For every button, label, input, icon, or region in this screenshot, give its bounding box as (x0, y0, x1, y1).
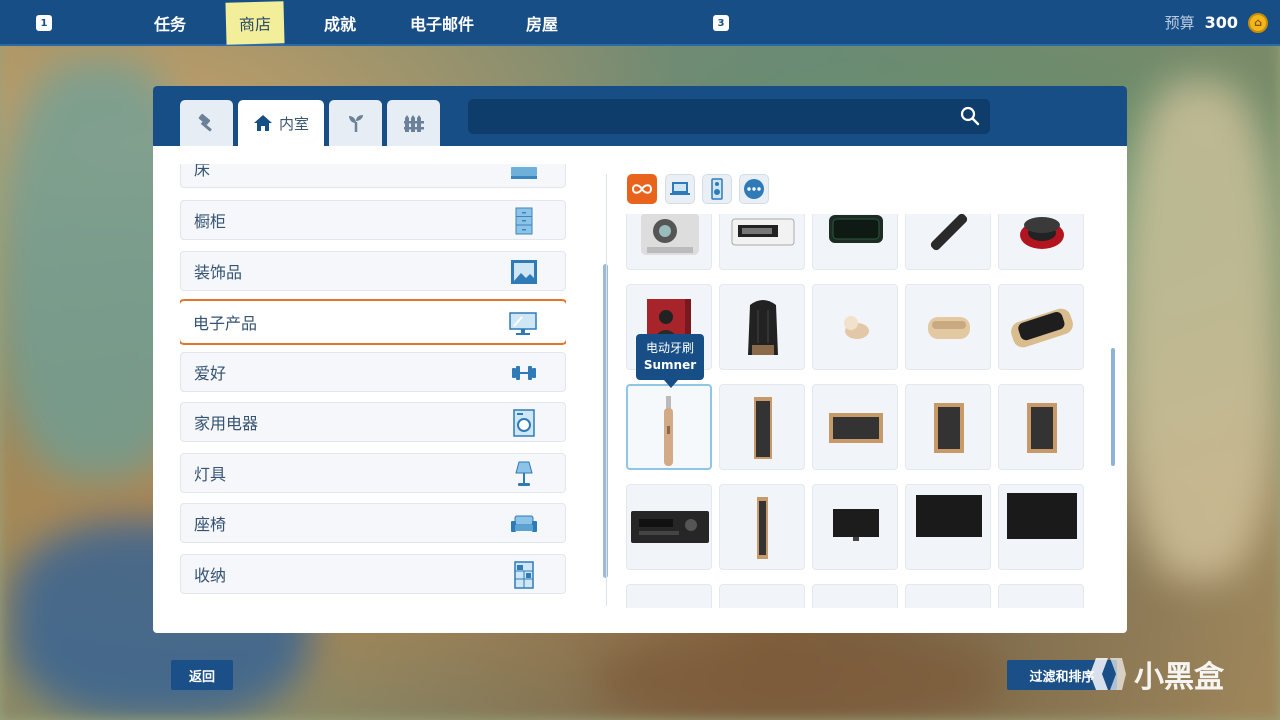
category-list: 床 橱柜 装饰品 电子产品 爱好 家用电器 灯具 座椅 收纳 (180, 164, 566, 604)
category-appliances[interactable]: 家用电器 (180, 402, 566, 442)
fence-icon (403, 115, 424, 132)
tab-fence[interactable] (387, 100, 440, 146)
product-grid (626, 214, 1088, 608)
category-label: 灯具 (194, 465, 227, 484)
product-air-purifier[interactable] (719, 284, 805, 370)
product-item[interactable] (998, 584, 1084, 608)
back-button[interactable]: 返回 (171, 660, 233, 690)
category-label: 装饰品 (194, 263, 243, 282)
panel-divider (606, 174, 607, 606)
bed-icon (511, 167, 537, 179)
hammer-icon (198, 113, 212, 132)
top-nav-bar: 1 任务 商店 成就 电子邮件 房屋 3 预算 300 ⌂ (0, 0, 1280, 46)
product-earbud-case[interactable] (905, 284, 991, 370)
nav-tab-shop[interactable]: 商店 (225, 1, 285, 45)
product-bookshelf-speaker[interactable] (905, 384, 991, 470)
category-label: 座椅 (194, 515, 227, 534)
infinity-icon (631, 184, 653, 194)
product-smart-watch[interactable] (998, 284, 1084, 370)
product-electric-toothbrush[interactable] (626, 384, 712, 470)
category-label: 家用电器 (194, 414, 259, 433)
category-seating[interactable]: 座椅 (180, 503, 566, 543)
product-scrollbar[interactable] (1111, 348, 1115, 466)
category-label: 橱柜 (194, 212, 227, 231)
product-tower-speaker[interactable] (719, 384, 805, 470)
search-icon[interactable] (960, 106, 980, 126)
product-medium-tv[interactable] (905, 484, 991, 570)
category-decor[interactable]: 装饰品 (180, 251, 566, 291)
coin-icon: ⌂ (1248, 12, 1268, 33)
search-input[interactable] (468, 99, 990, 134)
category-label: 收纳 (194, 566, 227, 585)
budget-value: 300 (1204, 13, 1238, 32)
tooltip-brand: Sumner (643, 358, 697, 372)
filter-all-button[interactable] (627, 174, 657, 204)
product-clock-radio[interactable] (719, 214, 805, 270)
budget-display: 预算 300 ⌂ (1165, 12, 1268, 33)
tab-interior[interactable]: 内室 (238, 100, 324, 146)
speaker-icon (711, 178, 723, 200)
category-storage[interactable]: 收纳 (180, 554, 566, 594)
budget-label: 预算 (1164, 14, 1195, 32)
more-icon (744, 179, 764, 199)
key-hint-right: 3 (713, 15, 729, 31)
shelf-icon (514, 561, 534, 589)
lamp-icon (515, 461, 533, 486)
filter-audio-button[interactable] (702, 174, 732, 204)
category-cabinet[interactable]: 橱柜 (180, 200, 566, 240)
filter-other-button[interactable] (739, 174, 769, 204)
nav-tab-achievements[interactable]: 成就 (310, 0, 370, 46)
product-item[interactable] (626, 584, 712, 608)
nav-tab-tasks[interactable]: 任务 (140, 0, 200, 46)
category-label: 爱好 (194, 364, 227, 383)
key-hint-left: 1 (36, 15, 52, 31)
nav-tab-email[interactable]: 电子邮件 (398, 0, 486, 46)
tab-garden[interactable] (329, 100, 382, 146)
washer-icon (513, 409, 535, 437)
product-large-tv[interactable] (998, 484, 1084, 570)
tab-interior-label: 内室 (278, 114, 309, 133)
watermark: 小黑盒 (1088, 652, 1224, 696)
product-small-speaker[interactable] (998, 384, 1084, 470)
plant-icon (348, 115, 363, 132)
category-label: 床 (194, 164, 211, 179)
heybox-logo-icon (1090, 658, 1126, 690)
watermark-text: 小黑盒 (1134, 660, 1224, 695)
product-item[interactable] (812, 584, 898, 608)
category-lighting[interactable]: 灯具 (180, 453, 566, 493)
sofa-icon (511, 515, 537, 532)
product-tooltip: 电动牙刷 Sumner (636, 334, 704, 388)
product-earbud[interactable] (812, 284, 898, 370)
product-item[interactable] (719, 584, 805, 608)
product-center-speaker[interactable] (812, 384, 898, 470)
category-hobby[interactable]: 爱好 (180, 352, 566, 392)
tooltip-product-name: 电动牙刷 (645, 341, 694, 355)
category-electronics[interactable]: 电子产品 (180, 299, 566, 345)
house-icon (253, 115, 272, 131)
category-label: 电子产品 (193, 314, 258, 333)
nav-tab-house[interactable]: 房屋 (512, 0, 572, 46)
product-bluetooth-speaker[interactable] (812, 214, 898, 270)
tab-construction[interactable] (180, 100, 233, 146)
picture-icon (511, 260, 537, 284)
product-remote[interactable] (905, 214, 991, 270)
product-instant-camera[interactable] (626, 214, 712, 270)
product-av-receiver[interactable] (626, 484, 712, 570)
monitor-icon (509, 312, 537, 335)
shop-panel: 内室 床 橱柜 装饰品 电子产品 爱好 家用电器 灯具 座椅 收纳 电动牙刷 S… (153, 86, 1127, 633)
product-item[interactable] (905, 584, 991, 608)
dumbbell-icon (512, 366, 536, 380)
panel-header: 内室 (153, 86, 1127, 146)
product-slim-speaker[interactable] (719, 484, 805, 570)
filter-computers-button[interactable] (665, 174, 695, 204)
cabinet-icon (515, 207, 533, 235)
category-bed[interactable]: 床 (180, 164, 566, 188)
product-smart-speaker[interactable] (998, 214, 1084, 270)
product-small-tv[interactable] (812, 484, 898, 570)
laptop-icon (670, 182, 690, 195)
